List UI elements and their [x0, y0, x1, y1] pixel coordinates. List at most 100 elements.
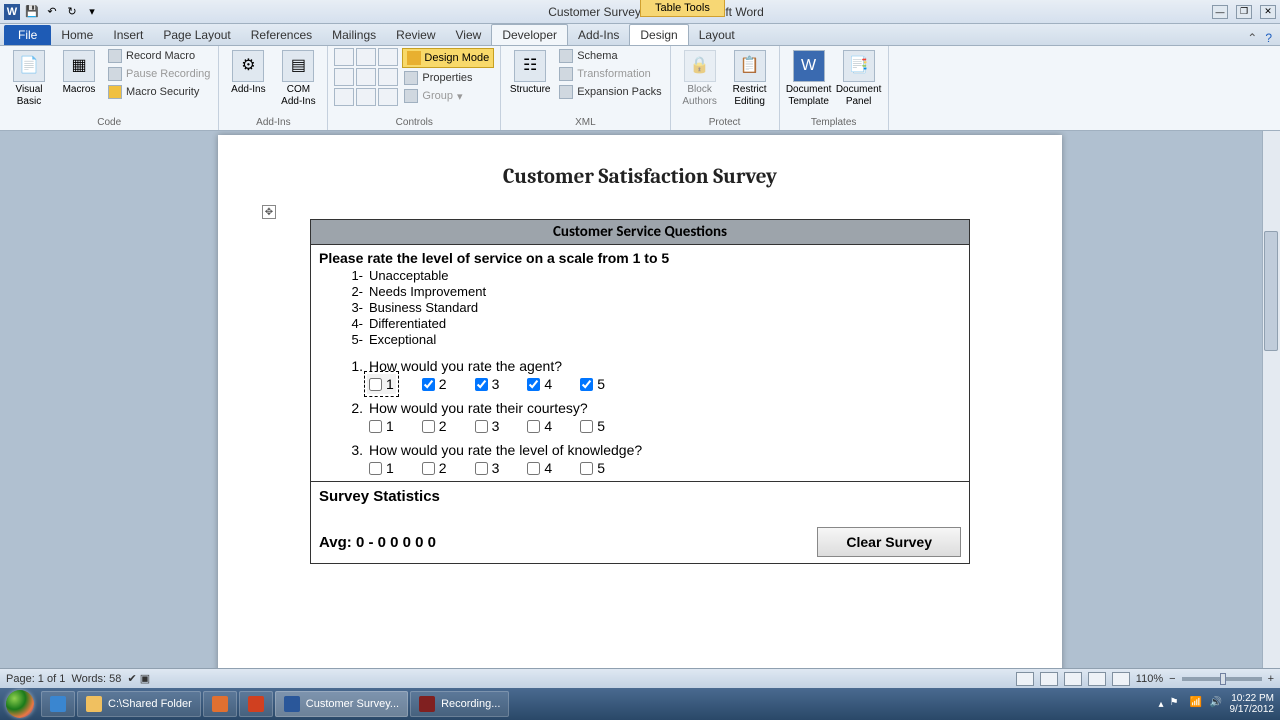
minimize-ribbon-icon[interactable]: ⌃ — [1247, 31, 1257, 45]
taskbar-explorer[interactable]: C:\Shared Folder — [77, 691, 201, 717]
checkbox-option[interactable]: 4 — [527, 418, 552, 434]
action-center-icon[interactable]: ⚑ — [1170, 697, 1184, 711]
checkbox-input[interactable] — [475, 378, 488, 391]
tab-design[interactable]: Design — [629, 24, 688, 45]
checkbox-option[interactable]: 5 — [580, 418, 605, 434]
print-layout-view-button[interactable] — [1016, 672, 1034, 686]
structure-button[interactable]: ☷Structure — [507, 48, 553, 98]
controls-gallery[interactable] — [334, 48, 398, 106]
datepicker-control-icon[interactable] — [356, 88, 376, 106]
taskbar-wmp[interactable] — [203, 691, 237, 717]
survey-table[interactable]: Customer Service Questions Please rate t… — [310, 219, 970, 564]
checkbox-option[interactable]: 1 — [367, 374, 396, 394]
page-indicator[interactable]: Page: 1 of 1 — [6, 673, 65, 685]
properties-button[interactable]: Properties — [402, 70, 494, 86]
checkbox-input[interactable] — [580, 420, 593, 433]
taskbar-word[interactable]: Customer Survey... — [275, 691, 408, 717]
checkbox-option[interactable]: 1 — [369, 460, 394, 476]
richtext-control-icon[interactable] — [334, 48, 354, 66]
buildingblock-control-icon[interactable] — [334, 68, 354, 86]
tab-review[interactable]: Review — [386, 25, 445, 45]
tab-references[interactable]: References — [241, 25, 322, 45]
picture-control-icon[interactable] — [378, 48, 398, 66]
com-addins-button[interactable]: ▤COM Add-Ins — [275, 48, 321, 110]
expansion-packs-button[interactable]: Expansion Packs — [557, 84, 663, 100]
zoom-in-button[interactable]: + — [1268, 673, 1274, 685]
vertical-scrollbar[interactable] — [1262, 131, 1280, 688]
draft-view-button[interactable] — [1112, 672, 1130, 686]
checkbox-input[interactable] — [580, 378, 593, 391]
visual-basic-button[interactable]: 📄Visual Basic — [6, 48, 52, 110]
design-mode-button[interactable]: Design Mode — [402, 48, 494, 68]
zoom-level[interactable]: 110% — [1136, 673, 1163, 685]
macro-indicator-icon[interactable]: ▣ — [140, 672, 150, 685]
addins-button[interactable]: ⚙Add-Ins — [225, 48, 271, 98]
restrict-editing-button[interactable]: 📋Restrict Editing — [727, 48, 773, 110]
start-button[interactable] — [0, 688, 40, 720]
clock[interactable]: 10:22 PM 9/17/2012 — [1230, 693, 1275, 715]
combobox-control-icon[interactable] — [378, 68, 398, 86]
volume-icon[interactable]: 🔊 — [1210, 697, 1224, 711]
tab-layout[interactable]: Layout — [689, 25, 745, 45]
tray-expand-icon[interactable]: ▴ — [1158, 699, 1163, 710]
checkbox-input[interactable] — [422, 420, 435, 433]
zoom-out-button[interactable]: − — [1169, 673, 1175, 685]
checkbox-input[interactable] — [475, 462, 488, 475]
checkbox-input[interactable] — [527, 462, 540, 475]
taskbar-ppt[interactable] — [239, 691, 273, 717]
legacy-tools-icon[interactable] — [378, 88, 398, 106]
checkbox-option[interactable]: 5 — [580, 460, 605, 476]
macros-button[interactable]: ▦Macros — [56, 48, 102, 98]
checkbox-option[interactable]: 4 — [527, 460, 552, 476]
checkbox-input[interactable] — [369, 462, 382, 475]
word-count[interactable]: Words: 58 — [71, 673, 121, 685]
minimize-button[interactable]: — — [1212, 5, 1228, 19]
checkbox-option[interactable]: 2 — [422, 376, 447, 392]
tab-view[interactable]: View — [446, 25, 492, 45]
scrollbar-thumb[interactable] — [1264, 231, 1278, 351]
checkbox-control-icon[interactable] — [356, 68, 376, 86]
checkbox-input[interactable] — [422, 378, 435, 391]
record-macro-button[interactable]: Record Macro — [106, 48, 212, 64]
checkbox-option[interactable]: 5 — [580, 376, 605, 392]
redo-icon[interactable]: ↻ — [64, 4, 80, 20]
tab-home[interactable]: Home — [51, 25, 103, 45]
network-icon[interactable]: 📶 — [1190, 697, 1204, 711]
plaintext-control-icon[interactable] — [356, 48, 376, 66]
checkbox-input[interactable] — [369, 378, 382, 391]
tab-mailings[interactable]: Mailings — [322, 25, 386, 45]
checkbox-input[interactable] — [527, 378, 540, 391]
fullscreen-view-button[interactable] — [1040, 672, 1058, 686]
proofing-icon[interactable]: ✔ — [128, 672, 137, 685]
tab-addins[interactable]: Add-Ins — [568, 25, 629, 45]
taskbar-recording[interactable]: Recording... — [410, 691, 509, 717]
checkbox-input[interactable] — [580, 462, 593, 475]
clear-survey-button[interactable]: Clear Survey — [817, 527, 961, 557]
close-button[interactable]: ✕ — [1260, 5, 1276, 19]
checkbox-input[interactable] — [527, 420, 540, 433]
maximize-button[interactable]: ❐ — [1236, 5, 1252, 19]
dropdown-control-icon[interactable] — [334, 88, 354, 106]
checkbox-option[interactable]: 3 — [475, 418, 500, 434]
tab-insert[interactable]: Insert — [103, 25, 153, 45]
checkbox-option[interactable]: 3 — [475, 460, 500, 476]
zoom-slider-handle[interactable] — [1220, 673, 1226, 685]
checkbox-input[interactable] — [475, 420, 488, 433]
checkbox-option[interactable]: 1 — [369, 418, 394, 434]
tab-developer[interactable]: Developer — [491, 24, 568, 45]
checkbox-option[interactable]: 3 — [475, 376, 500, 392]
tab-page-layout[interactable]: Page Layout — [153, 25, 240, 45]
checkbox-option[interactable]: 2 — [422, 460, 447, 476]
zoom-slider[interactable] — [1182, 677, 1262, 681]
checkbox-input[interactable] — [422, 462, 435, 475]
checkbox-option[interactable]: 4 — [527, 376, 552, 392]
macro-security-button[interactable]: Macro Security — [106, 84, 212, 100]
group-button[interactable]: Group ▾ — [402, 88, 494, 104]
help-icon[interactable]: ? — [1265, 31, 1272, 45]
outline-view-button[interactable] — [1088, 672, 1106, 686]
file-tab[interactable]: File — [4, 25, 51, 45]
table-move-handle[interactable]: ✥ — [262, 205, 276, 219]
document-page[interactable]: Customer Satisfaction Survey ✥ Customer … — [218, 135, 1062, 688]
save-icon[interactable]: 💾 — [24, 4, 40, 20]
checkbox-option[interactable]: 2 — [422, 418, 447, 434]
